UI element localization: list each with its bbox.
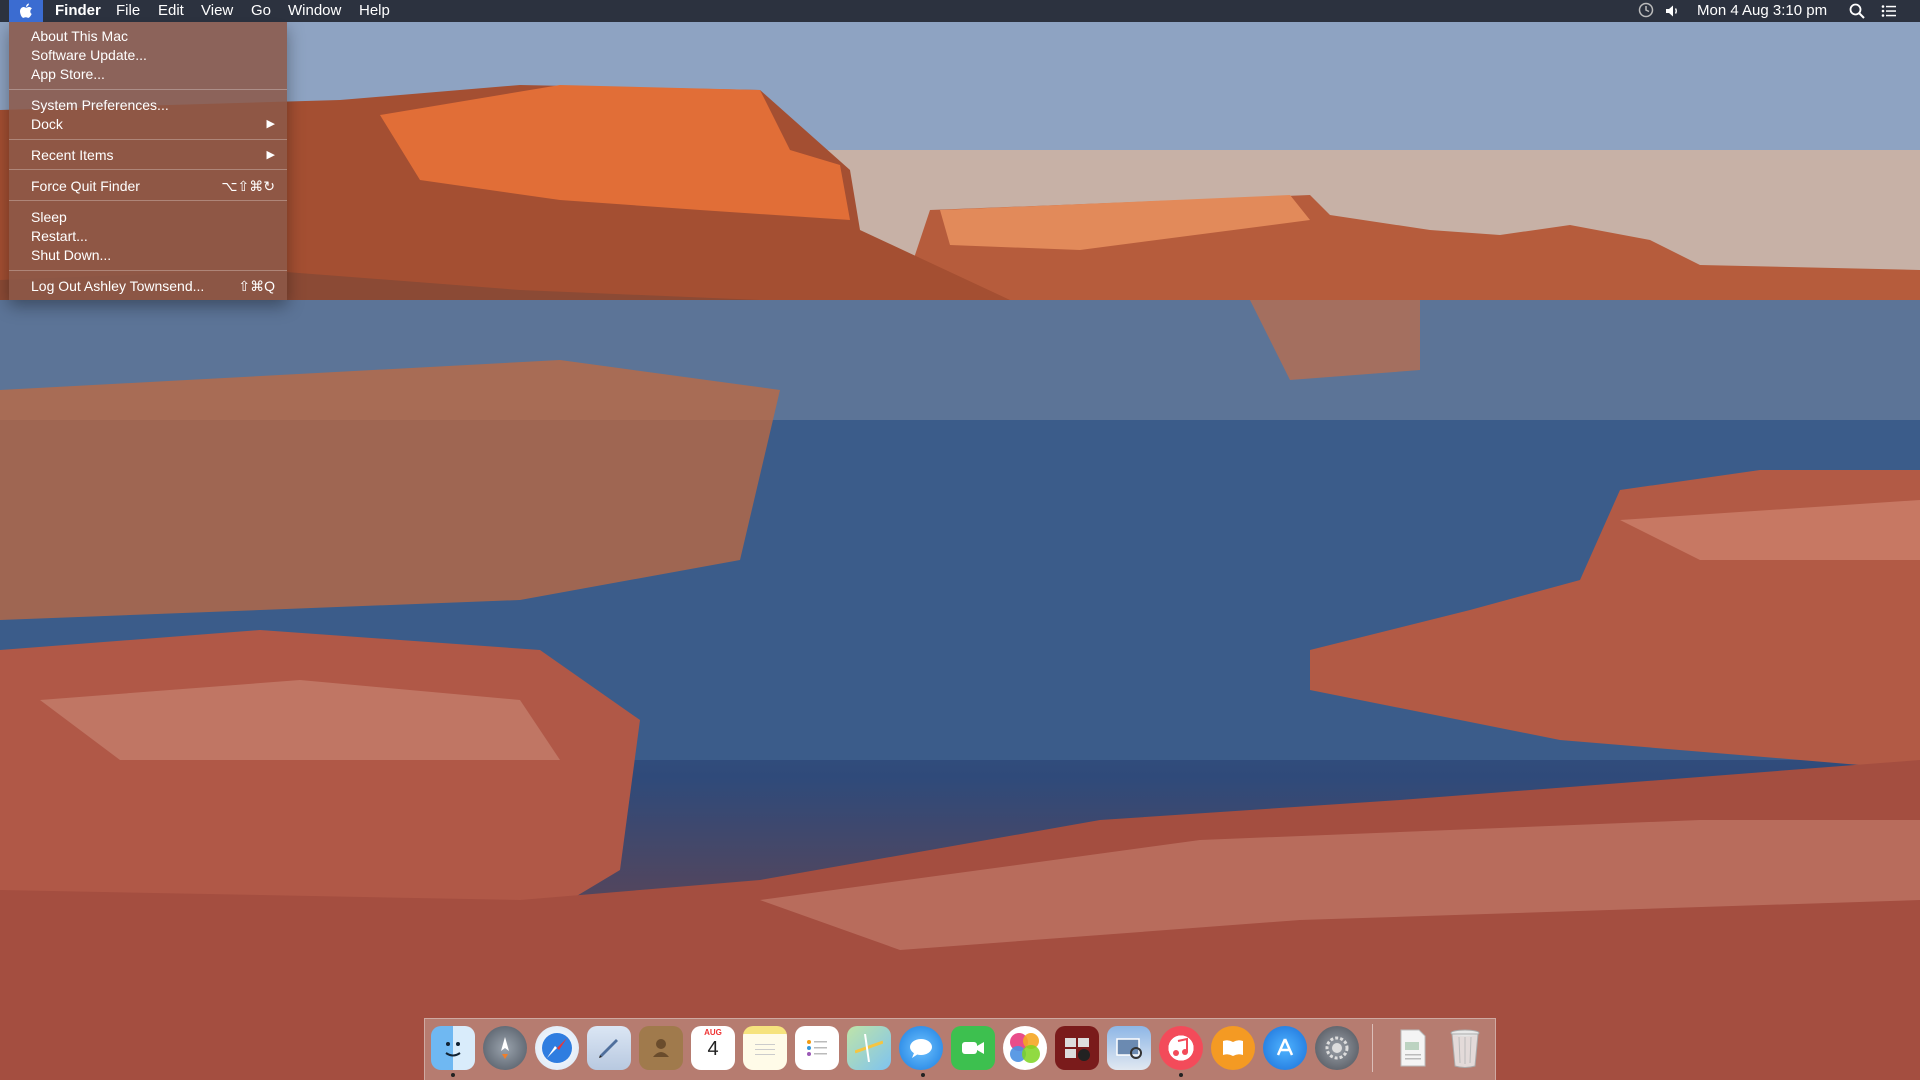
- documents-icon[interactable]: [1391, 1026, 1435, 1070]
- time-machine-icon[interactable]: [1637, 1, 1655, 19]
- messages-running-indicator: [921, 1073, 925, 1077]
- desktop-wallpaper: [0, 0, 1920, 1080]
- menu-item-label: Force Quit Finder: [31, 178, 140, 194]
- reminders-icon[interactable]: [795, 1026, 839, 1070]
- menu-finder[interactable]: Finder: [55, 2, 101, 20]
- notification-center-icon[interactable]: [1880, 2, 1898, 20]
- menu-item-force-quit[interactable]: Force Quit Finder ⌥⇧⌘↻: [31, 177, 275, 195]
- menu-item-recent-items[interactable]: Recent Items ▶: [31, 146, 275, 164]
- menu-item-label: System Preferences...: [31, 97, 169, 113]
- menu-item-label: Log Out Ashley Townsend...: [31, 278, 205, 294]
- itunes-running-indicator: [1179, 1073, 1183, 1077]
- menu-separator: [9, 200, 287, 201]
- menu-item-label: Shut Down...: [31, 247, 112, 263]
- menu-bar: Finder File Edit View Go Window Help Mon…: [0, 0, 1920, 22]
- apple-logo-icon: [20, 3, 32, 18]
- messages-icon[interactable]: [899, 1026, 943, 1070]
- menu-item-label: Dock: [31, 116, 63, 132]
- menu-separator: [9, 270, 287, 271]
- volume-icon[interactable]: [1664, 2, 1682, 20]
- apple-menu-dropdown: About This Mac Software Update... App St…: [9, 22, 287, 300]
- submenu-arrow-icon: ▶: [266, 149, 275, 161]
- menu-item-label: Software Update...: [31, 47, 147, 63]
- menu-item-log-out[interactable]: Log Out Ashley Townsend... ⇧⌘Q: [31, 277, 275, 295]
- menu-item-restart[interactable]: Restart...: [31, 227, 275, 245]
- menu-separator: [9, 89, 287, 90]
- menu-separator: [9, 139, 287, 140]
- menu-item-label: App Store...: [31, 66, 105, 82]
- menu-shortcut: ⌥⇧⌘↻: [221, 178, 275, 194]
- menu-go[interactable]: Go: [251, 2, 271, 20]
- game-center-icon[interactable]: [1003, 1026, 1047, 1070]
- contacts-icon[interactable]: [639, 1026, 683, 1070]
- menu-item-about-this-mac[interactable]: About This Mac: [31, 27, 275, 45]
- facetime-icon[interactable]: [951, 1026, 995, 1070]
- ibooks-icon[interactable]: [1211, 1026, 1255, 1070]
- dock-divider: [1372, 1024, 1373, 1072]
- app-store-icon[interactable]: [1263, 1026, 1307, 1070]
- menu-item-dock[interactable]: Dock ▶: [31, 115, 275, 133]
- menu-help[interactable]: Help: [359, 2, 390, 20]
- menu-shortcut: ⇧⌘Q: [238, 278, 275, 294]
- finder-icon[interactable]: [431, 1026, 475, 1070]
- menu-item-sleep[interactable]: Sleep: [31, 208, 275, 226]
- menu-edit[interactable]: Edit: [158, 2, 184, 20]
- submenu-arrow-icon: ▶: [266, 118, 275, 130]
- apple-menu-button[interactable]: [9, 0, 43, 22]
- calendar-day: 4: [707, 1038, 719, 1060]
- menu-item-system-preferences[interactable]: System Preferences...: [31, 96, 275, 114]
- itunes-icon[interactable]: [1159, 1026, 1203, 1070]
- menu-window[interactable]: Window: [288, 2, 341, 20]
- trash-icon[interactable]: [1443, 1026, 1487, 1070]
- spotlight-search-icon[interactable]: [1848, 2, 1866, 20]
- preview-icon[interactable]: [1107, 1026, 1151, 1070]
- menu-item-app-store[interactable]: App Store...: [31, 65, 275, 83]
- menu-view[interactable]: View: [201, 2, 233, 20]
- calendar-month: AUG: [704, 1028, 722, 1037]
- system-preferences-icon[interactable]: [1315, 1026, 1359, 1070]
- finder-running-indicator: [451, 1073, 455, 1077]
- launchpad-icon[interactable]: [483, 1026, 527, 1070]
- mail-icon[interactable]: [587, 1026, 631, 1070]
- notes-icon[interactable]: [743, 1026, 787, 1070]
- photo-booth-icon[interactable]: [1055, 1026, 1099, 1070]
- calendar-icon[interactable]: AUG 4: [691, 1026, 735, 1070]
- menu-item-label: Recent Items: [31, 147, 114, 163]
- menu-item-label: Restart...: [31, 228, 88, 244]
- menu-item-shut-down[interactable]: Shut Down...: [31, 246, 275, 264]
- menu-file[interactable]: File: [116, 2, 140, 20]
- clock[interactable]: Mon 4 Aug 3:10 pm: [1697, 2, 1827, 20]
- menu-item-label: About This Mac: [31, 28, 129, 44]
- maps-icon[interactable]: [847, 1026, 891, 1070]
- menu-item-software-update[interactable]: Software Update...: [31, 46, 275, 64]
- menu-separator: [9, 169, 287, 170]
- menu-item-label: Sleep: [31, 209, 67, 225]
- safari-icon[interactable]: [535, 1026, 579, 1070]
- canyon-lake-scene: [0, 0, 1920, 1080]
